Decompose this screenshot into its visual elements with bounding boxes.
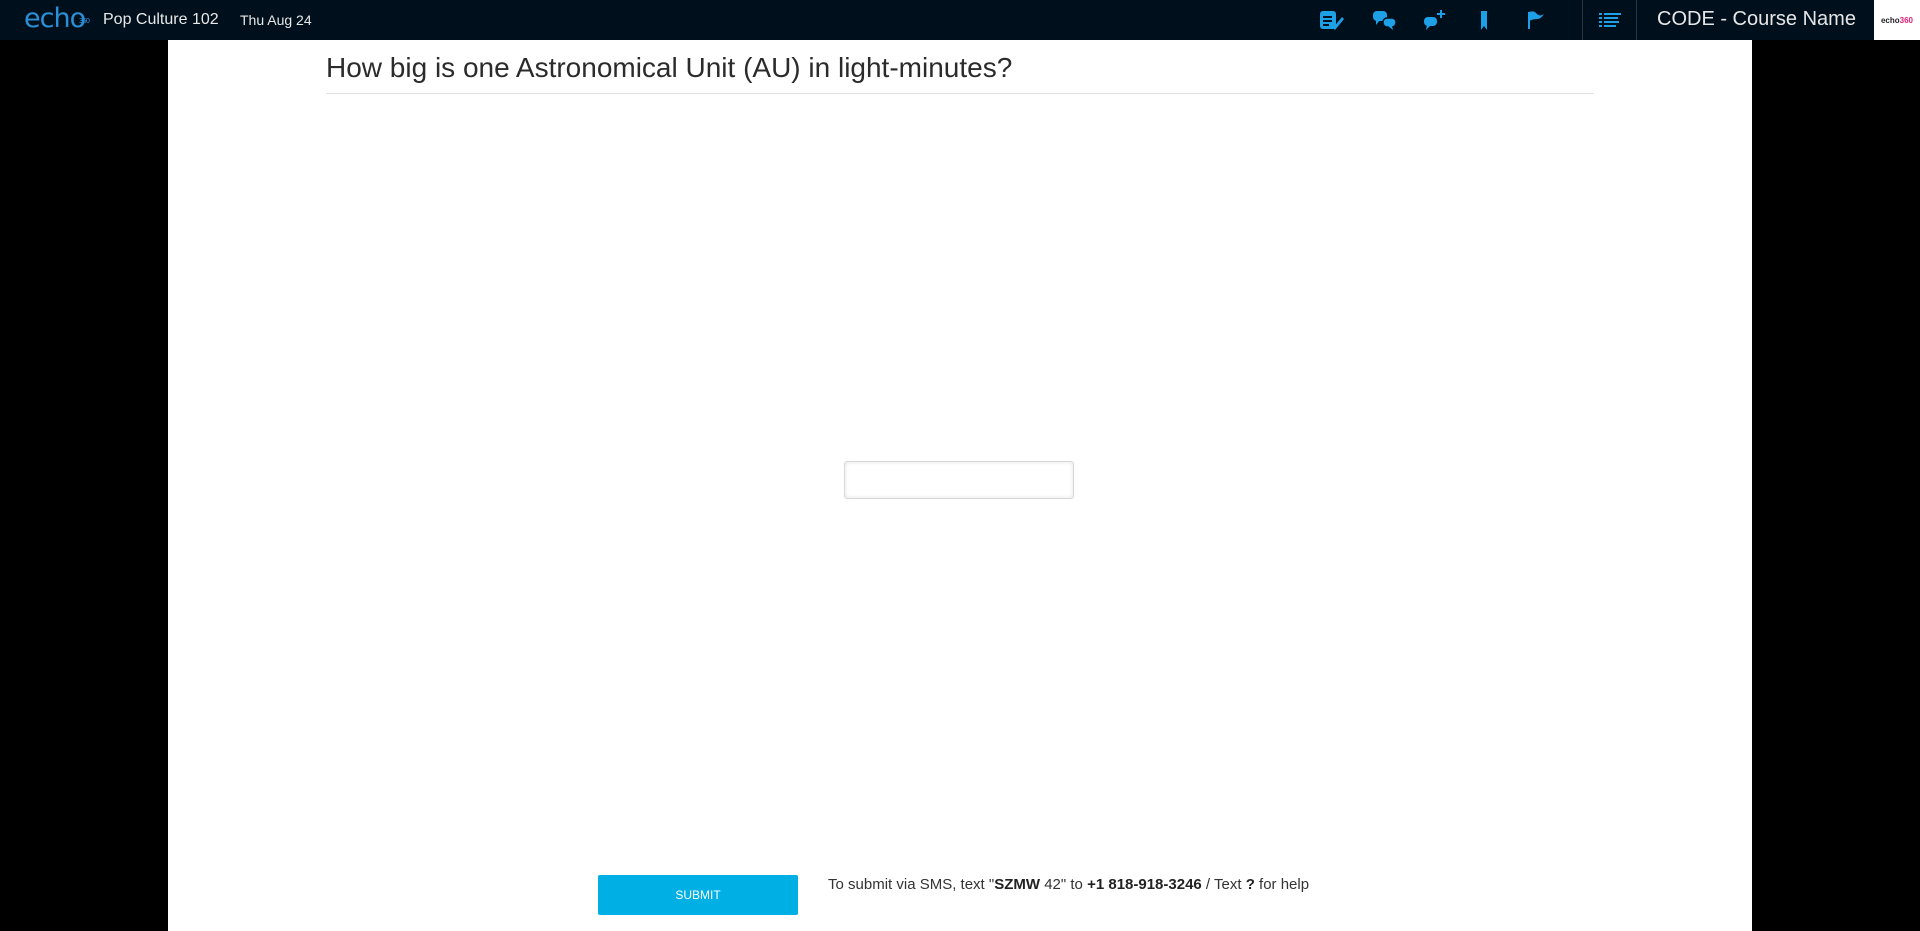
ask-question-button[interactable] <box>1422 8 1448 32</box>
echo-logo[interactable]: echo 360 <box>24 3 90 34</box>
echo360-brand-logo: echo 360 <box>1874 0 1920 40</box>
sms-prefix-text: To submit via SMS, text " <box>828 876 995 893</box>
outline-button[interactable] <box>1597 8 1623 32</box>
question-title: How big is one Astronomical Unit (AU) in… <box>326 52 1013 83</box>
discussions-button[interactable] <box>1372 8 1398 32</box>
sms-instructions: To submit via SMS, text "SZMW 42" to +1 … <box>828 876 1309 893</box>
course-name: CODE - Course Name <box>1657 8 1856 30</box>
new-question-icon <box>1424 10 1445 30</box>
list-icon <box>1599 13 1621 27</box>
logo-superscript: 360 <box>78 17 90 25</box>
header-divider <box>1582 0 1583 40</box>
brand-logo-main: echo <box>1880 15 1900 25</box>
discussion-icon <box>1373 11 1397 30</box>
title-divider <box>326 93 1594 94</box>
header-divider <box>1636 0 1637 40</box>
sms-code-suffix: 42" to <box>1040 876 1088 893</box>
notes-button[interactable] <box>1318 8 1344 32</box>
flag-icon <box>1528 11 1544 29</box>
flag-button[interactable] <box>1522 8 1548 32</box>
logo-text: echo <box>24 3 86 34</box>
sms-mid-text: / Text <box>1201 876 1246 893</box>
bookmark-icon <box>1481 11 1487 30</box>
submit-button[interactable]: SUBMIT <box>598 875 798 915</box>
sms-suffix-text: for help <box>1254 876 1310 893</box>
sms-phone-number: +1 818-918-3246 <box>1087 876 1202 893</box>
bookmark-button[interactable] <box>1471 8 1497 32</box>
session-date: Thu Aug 24 <box>240 12 312 28</box>
question-panel: How big is one Astronomical Unit (AU) in… <box>168 40 1752 931</box>
answer-input[interactable] <box>844 461 1074 499</box>
notes-icon <box>1320 11 1344 30</box>
sms-help-char: ? <box>1245 876 1255 893</box>
brand-logo-accent: 360 <box>1899 15 1914 25</box>
sms-code: SZMW <box>994 876 1041 893</box>
top-bar: echo 360 Pop Culture 102 Thu Aug 24 CODE… <box>0 0 1920 40</box>
course-title[interactable]: Pop Culture 102 <box>103 11 219 29</box>
